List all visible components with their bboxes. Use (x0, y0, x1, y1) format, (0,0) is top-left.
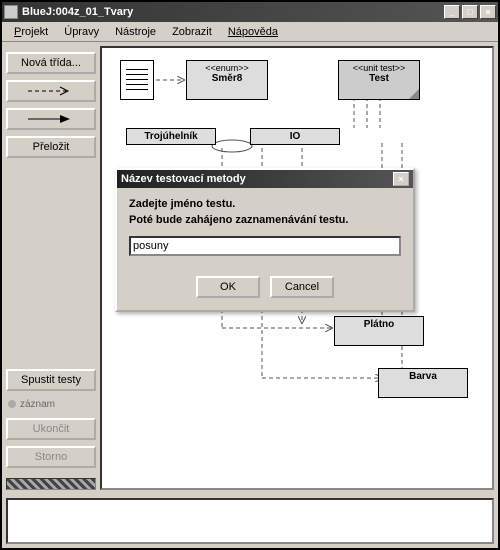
menu-zobrazit[interactable]: Zobrazit (164, 24, 220, 40)
dialog-body: Zadejte jméno testu. Poté bude zahájeno … (117, 188, 413, 266)
test-name-dialog: Název testovací metody × Zadejte jméno t… (115, 168, 415, 312)
class-test[interactable]: <<unit test>> Test (338, 60, 420, 100)
left-panel: Nová třída... Přeložit Spustit testy záz… (6, 46, 96, 490)
bottom-panel (2, 494, 498, 548)
translate-button[interactable]: Přeložit (6, 136, 96, 158)
dialog-line1: Zadejte jméno testu. (129, 198, 401, 210)
app-icon (4, 5, 18, 19)
run-tests-button[interactable]: Spustit testy (6, 369, 96, 391)
dashed-arrow-icon (26, 86, 76, 96)
ok-button[interactable]: OK (196, 276, 260, 298)
menu-napoveda[interactable]: Nápověda (220, 24, 286, 40)
class-barva[interactable]: Barva (378, 368, 468, 398)
new-class-button[interactable]: Nová třída... (6, 52, 96, 74)
minimize-button[interactable]: _ (444, 5, 460, 19)
dialog-title-text: Název testovací metody (121, 173, 393, 185)
menu-nastroje[interactable]: Nástroje (107, 24, 164, 40)
test-name-input[interactable] (129, 236, 401, 256)
menu-projekt[interactable]: Projekt (6, 24, 56, 40)
record-label: záznam (6, 397, 96, 412)
progress-stripe (6, 478, 96, 490)
dialog-buttons: OK Cancel (117, 266, 413, 310)
class-io[interactable]: IO (250, 128, 340, 145)
menu-upravy[interactable]: Úpravy (56, 24, 107, 40)
window-title: BlueJ:004z_01_Tvary (22, 6, 444, 18)
close-button[interactable]: × (480, 5, 496, 19)
output-textarea[interactable] (6, 498, 494, 544)
maximize-button[interactable]: □ (462, 5, 478, 19)
readme-note-icon[interactable] (120, 60, 154, 100)
solid-arrow-icon (26, 114, 76, 124)
titlebar: BlueJ:004z_01_Tvary _ □ × (2, 2, 498, 22)
cancel-button[interactable]: Cancel (270, 276, 334, 298)
solid-arrow-button[interactable] (6, 108, 96, 130)
dialog-line2: Poté bude zahájeno zaznamenávání testu. (129, 214, 401, 226)
class-smer8[interactable]: <<enum>> Směr8 (186, 60, 268, 100)
record-dot-icon (8, 400, 16, 408)
storno-button[interactable]: Storno (6, 446, 96, 468)
menubar: Projekt Úpravy Nástroje Zobrazit Nápověd… (2, 22, 498, 42)
class-trojuhelnik[interactable]: Trojúhelník (126, 128, 216, 145)
dialog-titlebar: Název testovací metody × (117, 170, 413, 188)
finish-button[interactable]: Ukončit (6, 418, 96, 440)
class-platno[interactable]: Plátno (334, 316, 424, 346)
dialog-close-button[interactable]: × (393, 172, 409, 186)
dashed-arrow-button[interactable] (6, 80, 96, 102)
